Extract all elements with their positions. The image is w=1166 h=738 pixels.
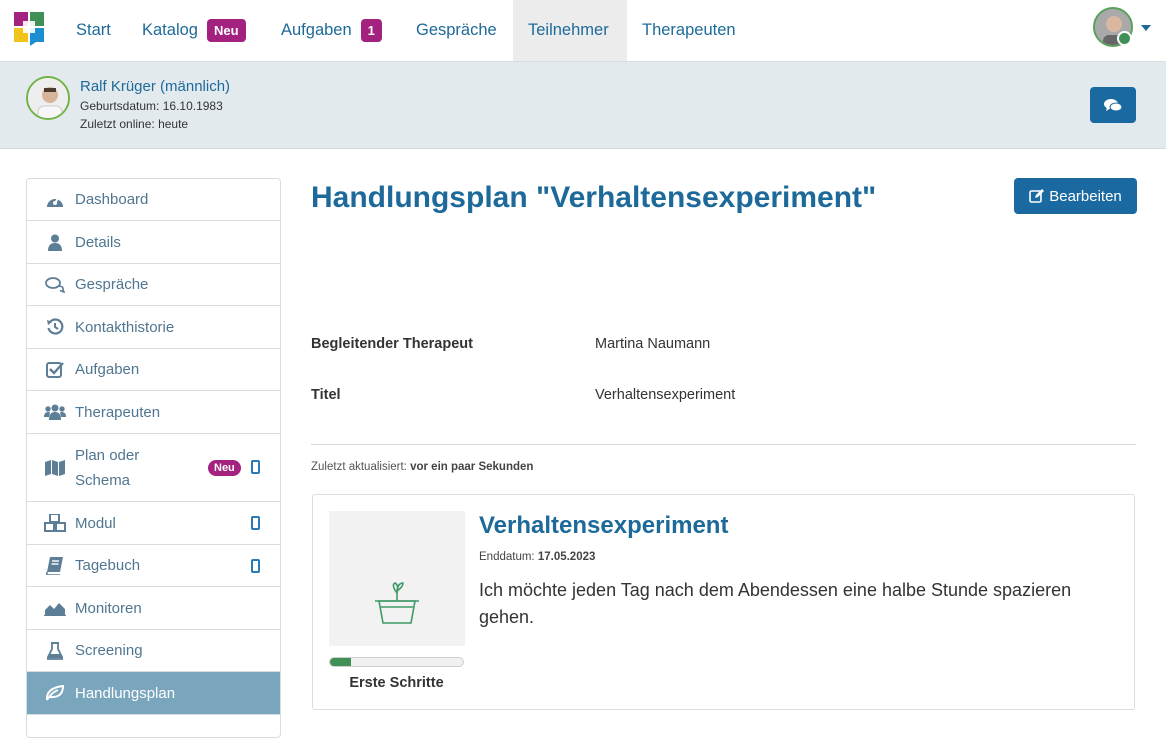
eye-icon xyxy=(1117,31,1132,46)
sidebar-item-label: Kontakthistorie xyxy=(75,318,175,336)
edit-icon xyxy=(1029,189,1045,203)
area-chart-icon xyxy=(44,598,66,618)
card-title[interactable]: Verhaltensexperiment xyxy=(479,512,728,540)
sidebar-navigation: Dashboard Details Gespräche Kontakthisto… xyxy=(26,178,281,738)
last-updated: Zuletzt aktualisiert: vor ein paar Sekun… xyxy=(311,461,533,473)
mobile-phone-icon xyxy=(251,460,260,474)
plan-progress-fill xyxy=(330,658,352,666)
sidebar-item-label-line1: Plan oder xyxy=(75,446,140,464)
sidebar-item-kontakthistorie[interactable]: Kontakthistorie xyxy=(27,306,280,349)
user-icon xyxy=(44,232,66,252)
nav-aufgaben-label: Aufgaben xyxy=(281,21,352,39)
sidebar-item-dashboard[interactable]: Dashboard xyxy=(27,179,280,221)
sidebar-item-label: Dashboard xyxy=(75,191,149,208)
nav-teilnehmer[interactable]: Teilnehmer xyxy=(513,0,627,61)
end-date-value: 17.05.2023 xyxy=(537,551,596,563)
mobile-phone-icon xyxy=(251,559,260,573)
dashboard-icon xyxy=(44,190,66,210)
sidebar-item-label: Modul xyxy=(75,514,116,532)
sidebar-item-aufgaben[interactable]: Aufgaben xyxy=(27,349,280,391)
plan-progress-bar xyxy=(329,657,464,667)
nav-therapeuten-label: Therapeuten xyxy=(642,21,736,39)
end-date-label: Enddatum: xyxy=(479,551,535,563)
flask-icon xyxy=(44,641,66,661)
sidebar-item-tagebuch[interactable]: Tagebuch xyxy=(27,545,280,587)
nav-start-label: Start xyxy=(76,21,111,39)
nav-start[interactable]: Start xyxy=(61,0,126,61)
patient-last-online: Zuletzt online: heute xyxy=(80,117,188,131)
sidebar-item-label: Monitoren xyxy=(75,599,142,617)
plan-image xyxy=(329,511,465,646)
nav-gespraeche[interactable]: Gespräche xyxy=(401,0,512,61)
sidebar-item-gespraeche[interactable]: Gespräche xyxy=(27,264,280,306)
sidebar-item-handlungsplan[interactable]: Handlungsplan xyxy=(27,672,280,715)
app-logo[interactable] xyxy=(14,12,44,46)
map-icon xyxy=(44,458,66,478)
leaf-icon xyxy=(44,683,66,703)
last-online-label: Zuletzt online: xyxy=(80,117,155,131)
sidebar-item-modul[interactable]: Modul xyxy=(27,502,280,545)
sidebar-item-label: Handlungsplan xyxy=(75,684,176,702)
chevron-down-icon xyxy=(1141,25,1151,31)
sidebar-item-label: Screening xyxy=(75,642,143,659)
field-title-value: Verhaltensexperiment xyxy=(595,387,736,403)
user-menu[interactable] xyxy=(1093,7,1153,49)
card-end-date: Enddatum: 17.05.2023 xyxy=(479,551,595,563)
book-icon xyxy=(44,556,66,576)
history-icon xyxy=(44,317,66,337)
sidebar-item-label: Aufgaben xyxy=(75,361,140,378)
sidebar-item-label: Plan oder Schema xyxy=(75,443,139,493)
nav-aufgaben-count-badge: 1 xyxy=(360,19,382,42)
patient-header: Ralf Krüger (männlich) Geburtsdatum: 16.… xyxy=(0,62,1166,149)
edit-button[interactable]: Bearbeiten xyxy=(1014,178,1137,214)
sidebar-item-details[interactable]: Details xyxy=(27,221,280,264)
card-description: Ich möchte jeden Tag nach dem Abendessen… xyxy=(479,580,1072,627)
last-updated-label: Zuletzt aktualisiert: xyxy=(311,461,407,473)
nav-therapeuten[interactable]: Therapeuten xyxy=(627,0,751,61)
comments-icon xyxy=(1104,98,1122,111)
field-title-label: Titel xyxy=(311,387,341,403)
sidebar-item-label: Details xyxy=(75,233,121,251)
page-title: Handlungsplan "Verhaltensexperiment" xyxy=(311,181,877,214)
patient-avatar xyxy=(26,76,70,120)
nav-gespraeche-label: Gespräche xyxy=(416,21,497,39)
sidebar-item-label-line2: Schema xyxy=(75,471,131,489)
sidebar-item-screening[interactable]: Screening xyxy=(27,630,280,672)
nav-aufgaben[interactable]: Aufgaben 1 xyxy=(266,0,397,61)
comments-icon xyxy=(44,275,66,295)
patient-name[interactable]: Ralf Krüger (männlich) xyxy=(80,78,230,95)
sidebar-item-plan-oder-schema[interactable]: Plan oder Schema Neu xyxy=(27,434,280,502)
nav-katalog[interactable]: Katalog Neu xyxy=(127,0,261,61)
action-plan-card[interactable]: Erste Schritte Verhaltensexperiment Endd… xyxy=(312,494,1135,710)
sidebar-item-label: Tagebuch xyxy=(75,557,141,574)
nav-katalog-label: Katalog xyxy=(142,21,198,39)
new-badge: Neu xyxy=(208,460,241,476)
chat-button[interactable] xyxy=(1090,87,1136,123)
divider xyxy=(311,444,1136,445)
edit-button-label: Bearbeiten xyxy=(1049,187,1122,205)
patient-birthdate: Geburtsdatum: 16.10.1983 xyxy=(80,99,223,113)
cubes-icon xyxy=(44,513,66,533)
nav-teilnehmer-label: Teilnehmer xyxy=(528,21,609,39)
birthdate-value: 16.10.1983 xyxy=(162,99,223,113)
birthdate-label: Geburtsdatum: xyxy=(80,99,160,113)
nav-katalog-badge: Neu xyxy=(206,19,246,42)
last-online-value: heute xyxy=(158,117,189,131)
plan-stage: Erste Schritte xyxy=(349,675,444,691)
sidebar-item-label: Therapeuten xyxy=(75,403,161,421)
sidebar-item-monitoren[interactable]: Monitoren xyxy=(27,587,280,630)
field-therapist-label: Begleitender Therapeut xyxy=(311,336,473,352)
users-icon xyxy=(44,402,66,422)
last-updated-value: vor ein paar Sekunden xyxy=(410,461,534,473)
mobile-phone-icon xyxy=(251,516,260,530)
checkbox-icon xyxy=(44,360,66,380)
plant-pot-icon xyxy=(375,582,419,624)
sidebar-item-therapeuten[interactable]: Therapeuten xyxy=(27,391,280,434)
field-therapist-value: Martina Naumann xyxy=(595,336,711,352)
top-navigation: Start Katalog Neu Aufgaben 1 Gespräche T… xyxy=(0,0,1166,62)
sidebar-item-label: Gespräche xyxy=(75,276,149,293)
